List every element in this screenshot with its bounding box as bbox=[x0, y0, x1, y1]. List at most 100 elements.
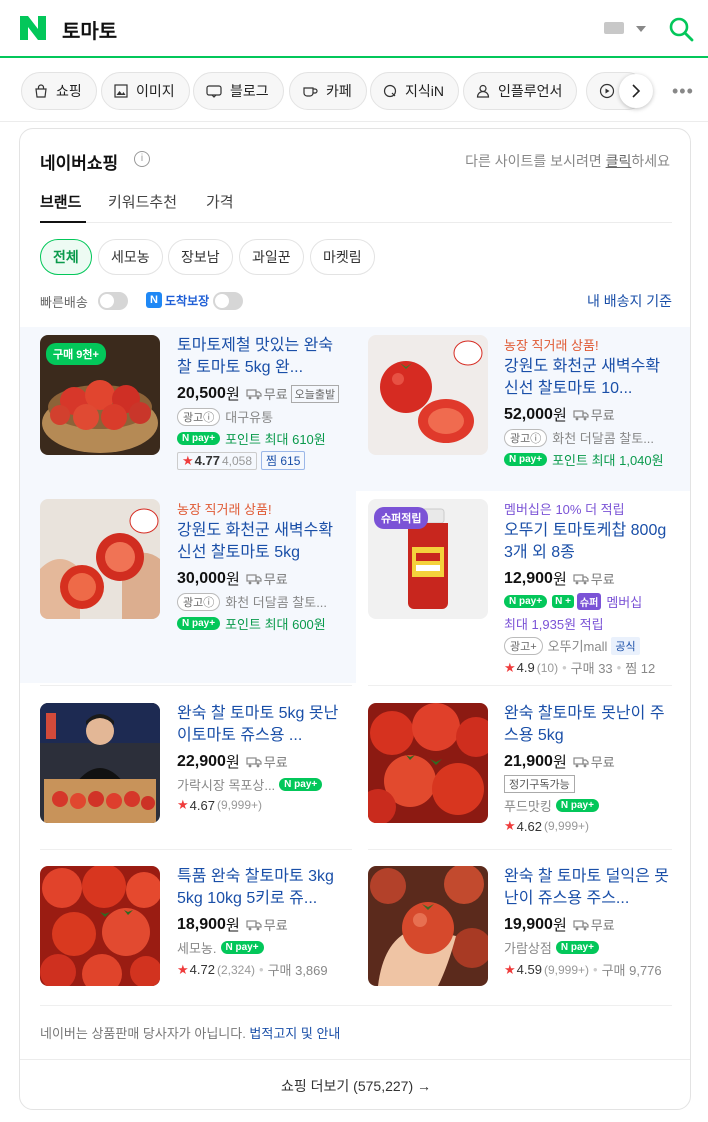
tomato-pile-image bbox=[368, 703, 488, 823]
tomato-hand-image bbox=[368, 866, 488, 986]
price-unit: 원 bbox=[225, 571, 240, 588]
more-icon[interactable]: ••• bbox=[672, 82, 694, 100]
tab-influencer[interactable]: 인플루언서 bbox=[463, 72, 578, 110]
ad-label[interactable]: 광고+ bbox=[504, 636, 543, 655]
ad-label[interactable]: 광고ⓘ bbox=[504, 428, 548, 447]
product-image[interactable]: 슈퍼적립 bbox=[368, 499, 488, 619]
filter-jangbonam[interactable]: 장보남 bbox=[168, 239, 233, 275]
arrival-guarantee-toggle[interactable] bbox=[213, 292, 243, 310]
subtab-price[interactable]: 가격 bbox=[206, 191, 234, 212]
rating-value: 4.72 bbox=[189, 962, 215, 977]
tab-shopping[interactable]: 쇼핑 bbox=[21, 72, 97, 110]
chevron-down-icon[interactable] bbox=[636, 26, 646, 32]
tab-blog[interactable]: 블로그 bbox=[193, 72, 284, 110]
product-title[interactable]: 토마토제철 맛있는 완숙 찰 토마토 5kg 완... bbox=[177, 335, 349, 379]
point-line: N pay+ 포인트 최대 610원 bbox=[177, 429, 349, 448]
product-image[interactable]: 구매 9천+ bbox=[40, 335, 160, 455]
product-info: 토마토제철 맛있는 완숙 찰 토마토 5kg 완... 20,500 원 무료 오… bbox=[177, 335, 349, 470]
wish-count[interactable]: 찜 615 bbox=[261, 451, 306, 470]
seller-name[interactable]: 오뚜기mall bbox=[548, 636, 608, 655]
product-card[interactable]: 농장 직거래 상품! 강원도 화천군 새벽수확 신선 찰토마토 5kg 30,0… bbox=[20, 491, 356, 683]
product-card[interactable]: 특품 완숙 찰토마토 3kg 5kg 10kg 5키로 쥬... 18,900 원… bbox=[20, 858, 356, 1022]
naver-logo-icon[interactable] bbox=[20, 16, 46, 40]
legal-link[interactable]: 법적고지 및 안내 bbox=[249, 1026, 340, 1041]
card-title: 네이버쇼핑 bbox=[40, 154, 119, 173]
product-card[interactable]: 완숙 찰 토마토 5kg 못난이토마토 쥬스용 ... 22,900 원 무료 가… bbox=[20, 695, 356, 859]
product-info: 멤버십은 10% 더 적립 오뚜기 토마토케찹 800g 3개 외 8종 12,… bbox=[504, 499, 676, 677]
seller-name[interactable]: 푸드맛킹 bbox=[504, 796, 552, 815]
seller-name[interactable]: 가람상점 bbox=[504, 938, 552, 957]
subtab-brand[interactable]: 브랜드 bbox=[40, 191, 81, 212]
seller-name[interactable]: 대구유통 bbox=[225, 407, 273, 426]
ad-label[interactable]: 광고ⓘ bbox=[177, 592, 221, 611]
price-unit: 원 bbox=[552, 754, 567, 771]
tab-kin[interactable]: 지식iN bbox=[370, 72, 459, 110]
product-card[interactable]: 완숙 찰토마토 못난이 주스용 5kg 21,900 원 무료 정기구독가능 푸드… bbox=[356, 695, 690, 859]
price-value: 30,000 bbox=[177, 569, 226, 587]
product-title[interactable]: 강원도 화천군 새벽수확 신선 찰토마토 5kg bbox=[177, 520, 349, 564]
product-price: 52,000 원 무료 bbox=[504, 404, 676, 425]
tab-label: 블로그 bbox=[230, 83, 269, 99]
product-title[interactable]: 완숙 찰토마토 못난이 주스용 5kg bbox=[504, 703, 676, 747]
separator: • bbox=[259, 962, 264, 977]
subtab-keyword[interactable]: 키워드추천 bbox=[108, 191, 177, 212]
product-info: 농장 직거래 상품! 강원도 화천군 새벽수확 신선 찰토마토 10... 52… bbox=[504, 335, 676, 469]
star-icon: ★ bbox=[504, 961, 516, 977]
price-value: 21,900 bbox=[504, 752, 553, 770]
product-title[interactable]: 강원도 화천군 새벽수확 신선 찰토마토 10... bbox=[504, 356, 676, 400]
filter-all[interactable]: 전체 bbox=[40, 239, 92, 275]
seller-name[interactable]: 화천 더달콤 찰토... bbox=[552, 428, 654, 447]
truck-icon bbox=[573, 573, 589, 584]
farm-direct-label: 농장 직거래 상품! bbox=[177, 502, 272, 517]
scroll-right-button[interactable] bbox=[619, 74, 653, 108]
price-value: 19,900 bbox=[504, 915, 553, 933]
shopping-more-button[interactable]: 쇼핑 더보기 (575,227) → bbox=[20, 1059, 690, 1109]
filter-marketrim[interactable]: 마켓림 bbox=[310, 239, 375, 275]
product-card[interactable]: 완숙 찰 토마토 덜익은 못난이 쥬스용 주스... 19,900 원 무료 가람… bbox=[356, 858, 690, 1022]
seller-name[interactable]: 세모농. bbox=[177, 938, 217, 957]
tab-label: 지식iN bbox=[405, 83, 444, 99]
product-title[interactable]: 오뚜기 토마토케찹 800g 3개 외 8종 bbox=[504, 520, 676, 564]
seller-name[interactable]: 가락시장 목포상... bbox=[177, 775, 275, 794]
product-title[interactable]: 완숙 찰 토마토 5kg 못난이토마토 쥬스용 ... bbox=[177, 703, 349, 747]
product-image[interactable] bbox=[40, 866, 160, 986]
tab-image[interactable]: 이미지 bbox=[101, 72, 190, 110]
product-price: 20,500 원 무료 오늘출발 bbox=[177, 383, 349, 404]
cafe-icon bbox=[303, 87, 318, 97]
product-image[interactable] bbox=[40, 499, 160, 619]
hint-click-link[interactable]: 클릭 bbox=[606, 153, 632, 169]
info-icon[interactable]: i bbox=[134, 151, 150, 167]
price-value: 20,500 bbox=[177, 384, 226, 402]
filter-semonong[interactable]: 세모농 bbox=[98, 239, 163, 275]
tab-cafe[interactable]: 카페 bbox=[289, 72, 367, 110]
npay-badge: N pay+ bbox=[177, 617, 221, 630]
separator: • bbox=[562, 660, 567, 675]
star-icon: ★ bbox=[504, 818, 516, 833]
product-card[interactable]: 농장 직거래 상품! 강원도 화천군 새벽수확 신선 찰토마토 10... 52… bbox=[356, 327, 690, 491]
seller-name[interactable]: 화천 더달콤 찰토... bbox=[225, 592, 327, 611]
product-card[interactable]: 슈퍼적립 멤버십은 10% 더 적립 오뚜기 토마토케찹 800g 3개 외 8… bbox=[356, 491, 690, 683]
product-image[interactable] bbox=[368, 703, 488, 823]
keyboard-icon[interactable] bbox=[604, 22, 624, 34]
search-query[interactable]: 토마토 bbox=[62, 15, 117, 44]
product-image[interactable] bbox=[40, 703, 160, 823]
filter-gwailkkun[interactable]: 과일꾼 bbox=[239, 239, 304, 275]
product-title[interactable]: 완숙 찰 토마토 덜익은 못난이 쥬스용 주스... bbox=[504, 866, 676, 910]
rating-line: ★ 4.9 (10) • 구매 33 • 찜 12 bbox=[504, 658, 676, 677]
search-icon[interactable] bbox=[668, 16, 694, 42]
ad-label[interactable]: 광고ⓘ bbox=[177, 407, 221, 426]
fast-delivery-toggle[interactable] bbox=[98, 292, 128, 310]
seller-line: 푸드맛킹 N pay+ bbox=[504, 796, 676, 815]
product-price: 12,900 원 무료 bbox=[504, 568, 676, 589]
product-title[interactable]: 특품 완숙 찰토마토 3kg 5kg 10kg 5키로 쥬... bbox=[177, 866, 349, 910]
product-image[interactable] bbox=[368, 866, 488, 986]
seller-line: 광고ⓘ 대구유통 bbox=[177, 407, 349, 426]
npay-badge: N pay+ bbox=[177, 432, 221, 445]
product-info: 완숙 찰 토마토 5kg 못난이토마토 쥬스용 ... 22,900 원 무료 가… bbox=[177, 703, 349, 813]
product-card[interactable]: 구매 9천+ 토마토제철 맛있는 완숙 찰 토마토 5kg 완... 20,50… bbox=[20, 327, 356, 491]
npay-badge: N pay+ bbox=[504, 453, 548, 466]
product-image[interactable] bbox=[368, 335, 488, 455]
rating-line: ★ 4.72 (2,324) • 구매 3,869 bbox=[177, 960, 349, 979]
ship-base-link[interactable]: 내 배송지 기준 bbox=[587, 291, 672, 311]
review-count: (9,999+) bbox=[543, 819, 590, 833]
